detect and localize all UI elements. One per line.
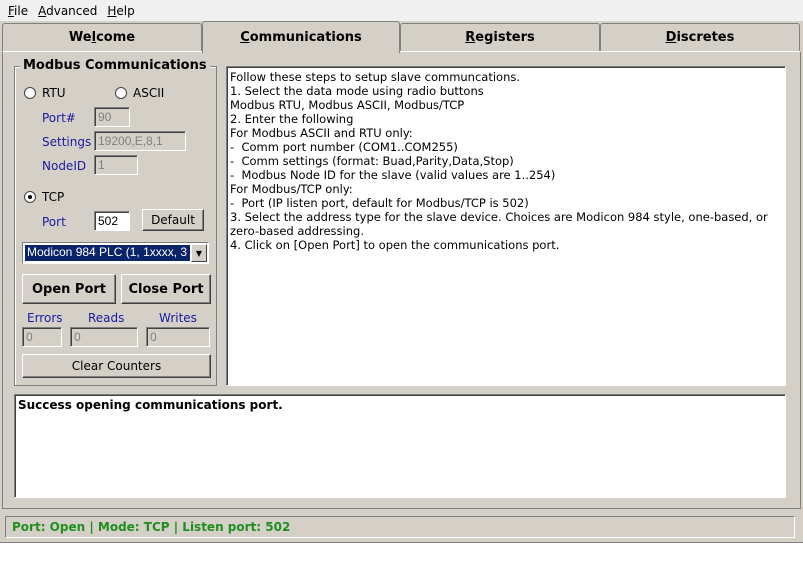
address-type-select[interactable]: Modicon 984 PLC (1, 1xxxx, 3 ▼: [22, 242, 209, 264]
message-log[interactable]: Success opening communications port.: [14, 394, 786, 498]
instruction-line: - Port (IP listen port, default for Modb…: [230, 196, 529, 210]
errors-label: Errors: [27, 311, 63, 325]
instruction-line: - Comm settings (format: Buad,Parity,Dat…: [230, 154, 514, 168]
errors-field: 0: [22, 327, 62, 347]
radio-circle-icon: [115, 87, 127, 99]
tcp-radio[interactable]: TCP: [24, 190, 64, 204]
menu-help[interactable]: Help: [103, 4, 138, 18]
instructions-text[interactable]: Follow these steps to setup slave commun…: [226, 66, 786, 386]
default-button[interactable]: Default: [142, 209, 204, 231]
menu-advanced[interactable]: Advanced: [34, 4, 101, 18]
bottom-strip: [0, 542, 803, 563]
group-title: Modbus Communications: [20, 58, 210, 73]
log-line: Success opening communications port.: [18, 398, 283, 412]
port-number-label: Port#: [42, 111, 76, 125]
menu-bar: File Advanced Help: [0, 0, 803, 22]
menu-file[interactable]: File: [4, 4, 32, 18]
nodeid-label: NodeID: [42, 159, 87, 173]
instruction-line: For Modbus ASCII and RTU only:: [230, 126, 413, 140]
instruction-line: - Comm port number (COM1..COM255): [230, 140, 458, 154]
ascii-radio[interactable]: ASCII: [115, 86, 164, 100]
instruction-line: - Modbus Node ID for the slave (valid va…: [230, 168, 556, 182]
nodeid-field[interactable]: 1: [94, 155, 138, 175]
writes-field: 0: [146, 327, 210, 347]
reads-field: 0: [70, 327, 138, 347]
tab-welcome[interactable]: We l come: [2, 23, 202, 51]
clear-counters-button[interactable]: Clear Counters: [22, 354, 211, 378]
port-number-field[interactable]: 90: [94, 107, 130, 127]
radio-circle-icon: [24, 87, 36, 99]
status-bar: Port: Open | Mode: TCP | Listen port: 50…: [5, 516, 795, 538]
tab-registers[interactable]: Registers: [400, 23, 600, 51]
instruction-line: 3. Select the address type for the slave…: [230, 210, 768, 224]
writes-label: Writes: [159, 311, 197, 325]
radio-selected-icon: [24, 191, 36, 203]
open-port-button[interactable]: Open Port: [22, 274, 116, 304]
tcp-port-field[interactable]: 502: [94, 211, 130, 231]
tab-communications[interactable]: Communications: [202, 21, 400, 53]
reads-label: Reads: [88, 311, 125, 325]
instruction-line: zero-based addressing.: [230, 224, 364, 238]
address-type-value: Modicon 984 PLC (1, 1xxxx, 3: [24, 244, 191, 262]
tcp-port-label: Port: [42, 215, 66, 229]
instruction-line: Follow these steps to setup slave commun…: [230, 70, 521, 84]
close-port-button[interactable]: Close Port: [121, 274, 211, 304]
instruction-line: For Modbus/TCP only:: [230, 182, 353, 196]
instruction-line: 1. Select the data mode using radio butt…: [230, 84, 484, 98]
chevron-down-icon[interactable]: ▼: [191, 244, 207, 262]
instruction-line: 4. Click on [Open Port] to open the comm…: [230, 238, 560, 252]
rtu-radio[interactable]: RTU: [24, 86, 66, 100]
instruction-line: 2. Enter the following: [230, 112, 354, 126]
settings-label: Settings: [42, 135, 92, 149]
tab-discretes[interactable]: Discretes: [600, 23, 800, 51]
instruction-line: Modbus RTU, Modbus ASCII, Modbus/TCP: [230, 98, 465, 112]
settings-field[interactable]: 19200,E,8,1: [94, 131, 186, 151]
